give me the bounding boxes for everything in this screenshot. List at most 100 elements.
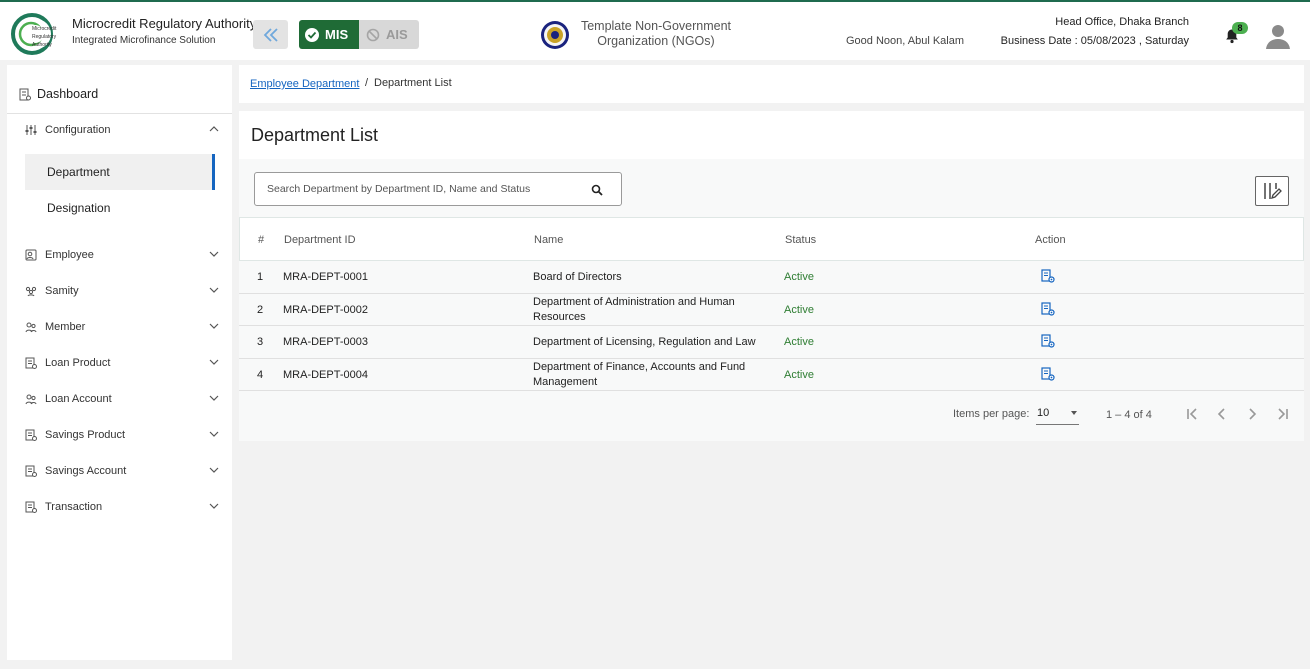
column-header-name: Name	[534, 234, 564, 246]
department-table: # Department ID Name Status Action 1 MRA…	[239, 217, 1304, 391]
next-page-icon[interactable]	[1244, 406, 1260, 422]
document-icon	[25, 357, 37, 369]
page-range-label: 1 – 4 of 4	[1106, 409, 1152, 421]
sidebar-subitem-designation[interactable]: Designation	[25, 190, 215, 226]
document-icon	[25, 429, 37, 441]
cell-name: Department of Administration and Human R…	[533, 295, 735, 323]
cell-number: 1	[257, 271, 264, 283]
sliders-icon	[25, 125, 37, 135]
savings-product-label: Savings Product	[45, 429, 126, 441]
sidebar-item-member[interactable]: Member	[25, 317, 225, 337]
cell-department-id: MRA-DEPT-0002	[283, 303, 368, 316]
department-list-card: Department List # Department ID Name Sta…	[239, 111, 1304, 441]
sidebar-item-loan-product[interactable]: Loan Product	[25, 353, 225, 373]
document-icon	[25, 465, 37, 477]
view-details-icon[interactable]	[1041, 366, 1055, 381]
column-header-action: Action	[1035, 234, 1066, 246]
chevron-down-icon	[209, 323, 219, 329]
items-per-page-value: 10	[1037, 407, 1050, 419]
items-per-page-select[interactable]: 10	[1036, 405, 1079, 425]
check-circle-icon	[305, 27, 319, 42]
document-icon	[25, 501, 37, 513]
employee-icon	[25, 249, 37, 261]
sidebar-item-savings-product[interactable]: Savings Product	[25, 425, 225, 445]
dashboard-icon	[19, 88, 31, 100]
status-badge: Active	[784, 336, 814, 348]
items-per-page-label: Items per page:	[953, 408, 1030, 420]
column-settings-button[interactable]	[1255, 176, 1289, 206]
sidebar: Dashboard Configuration Department Desig…	[7, 65, 232, 660]
chevron-down-icon	[209, 251, 219, 257]
status-badge: Active	[784, 303, 814, 316]
view-details-icon[interactable]	[1041, 269, 1055, 283]
sidebar-item-samity[interactable]: Samity	[25, 281, 225, 301]
cell-number: 2	[257, 303, 264, 316]
mra-logo: Microcredit Regulatory Authority	[11, 13, 57, 55]
cell-department-id: MRA-DEPT-0004	[283, 368, 368, 381]
view-details-icon[interactable]	[1041, 334, 1055, 348]
mis-toggle-button[interactable]: MIS	[299, 20, 359, 49]
collapse-sidebar-button[interactable]	[253, 20, 288, 49]
user-avatar[interactable]	[1264, 22, 1292, 50]
status-badge: Active	[784, 368, 814, 381]
designation-label: Designation	[47, 201, 111, 215]
list-header: Department List	[239, 111, 1304, 159]
logo-text-line-1: Microcredit	[32, 26, 57, 32]
members-icon	[25, 322, 37, 333]
first-page-icon[interactable]	[1185, 406, 1201, 422]
breadcrumb-link-employee-department[interactable]: Employee Department	[250, 78, 359, 90]
group-icon	[25, 286, 37, 297]
sidebar-item-dashboard[interactable]: Dashboard	[19, 87, 98, 101]
search-field	[254, 172, 622, 206]
table-header-row: # Department ID Name Status Action	[239, 217, 1304, 261]
savings-account-label: Savings Account	[45, 465, 127, 477]
table-row: 4 MRA-DEPT-0004 Department of Finance, A…	[239, 358, 1304, 391]
sidebar-item-employee[interactable]: Employee	[25, 245, 225, 265]
breadcrumb: Employee Department / Department List	[239, 65, 1304, 103]
chevron-down-icon	[209, 287, 219, 293]
cell-number: 3	[257, 336, 264, 348]
brand-title: Microcredit Regulatory Authority	[72, 16, 257, 31]
previous-page-icon[interactable]	[1214, 406, 1230, 422]
table-row: 2 MRA-DEPT-0002 Department of Administra…	[239, 293, 1304, 326]
app-header: Microcredit Regulatory Authority Microcr…	[0, 2, 1310, 60]
search-icon[interactable]	[591, 184, 603, 196]
chevron-down-icon	[209, 359, 219, 365]
cell-name: Department of Finance, Accounts and Fund…	[533, 360, 746, 388]
members-icon	[25, 394, 37, 405]
sidebar-divider	[7, 113, 232, 114]
employee-label: Employee	[45, 249, 94, 261]
chevron-down-icon	[209, 431, 219, 437]
sidebar-subitem-department[interactable]: Department	[25, 154, 215, 190]
double-chevron-left-icon	[263, 27, 278, 42]
column-header-department-id: Department ID	[284, 234, 356, 246]
department-label: Department	[47, 165, 110, 179]
chevron-up-icon	[209, 126, 219, 132]
block-icon	[366, 28, 380, 41]
sidebar-item-loan-account[interactable]: Loan Account	[25, 389, 225, 409]
sidebar-item-transaction[interactable]: Transaction	[25, 497, 225, 517]
cell-department-id: MRA-DEPT-0001	[283, 271, 368, 283]
view-details-icon[interactable]	[1041, 301, 1055, 316]
table-row: 1 MRA-DEPT-0001 Board of Directors Activ…	[239, 261, 1304, 294]
logo-text-line-2: Regulatory	[32, 34, 57, 40]
column-header-status: Status	[785, 234, 817, 246]
cell-name: Board of Directors	[533, 271, 622, 283]
sidebar-item-savings-account[interactable]: Savings Account	[25, 461, 225, 481]
business-date: Business Date : 05/08/2023 , Saturday	[1000, 35, 1189, 47]
search-input[interactable]	[267, 181, 587, 197]
configuration-label: Configuration	[45, 124, 111, 136]
notification-count-badge: 8	[1232, 22, 1248, 34]
edit-columns-icon	[1264, 183, 1282, 200]
ais-toggle-button[interactable]: AIS	[359, 20, 419, 49]
samity-label: Samity	[45, 285, 79, 297]
chevron-down-icon	[209, 467, 219, 473]
ais-label: AIS	[386, 27, 408, 42]
last-page-icon[interactable]	[1274, 406, 1290, 422]
chevron-down-icon	[209, 503, 219, 509]
cell-name: Department of Licensing, Regulation and …	[533, 336, 756, 348]
sidebar-item-configuration[interactable]: Configuration	[25, 120, 225, 140]
transaction-label: Transaction	[45, 501, 103, 513]
status-badge: Active	[784, 271, 814, 283]
cell-number: 4	[257, 368, 264, 381]
